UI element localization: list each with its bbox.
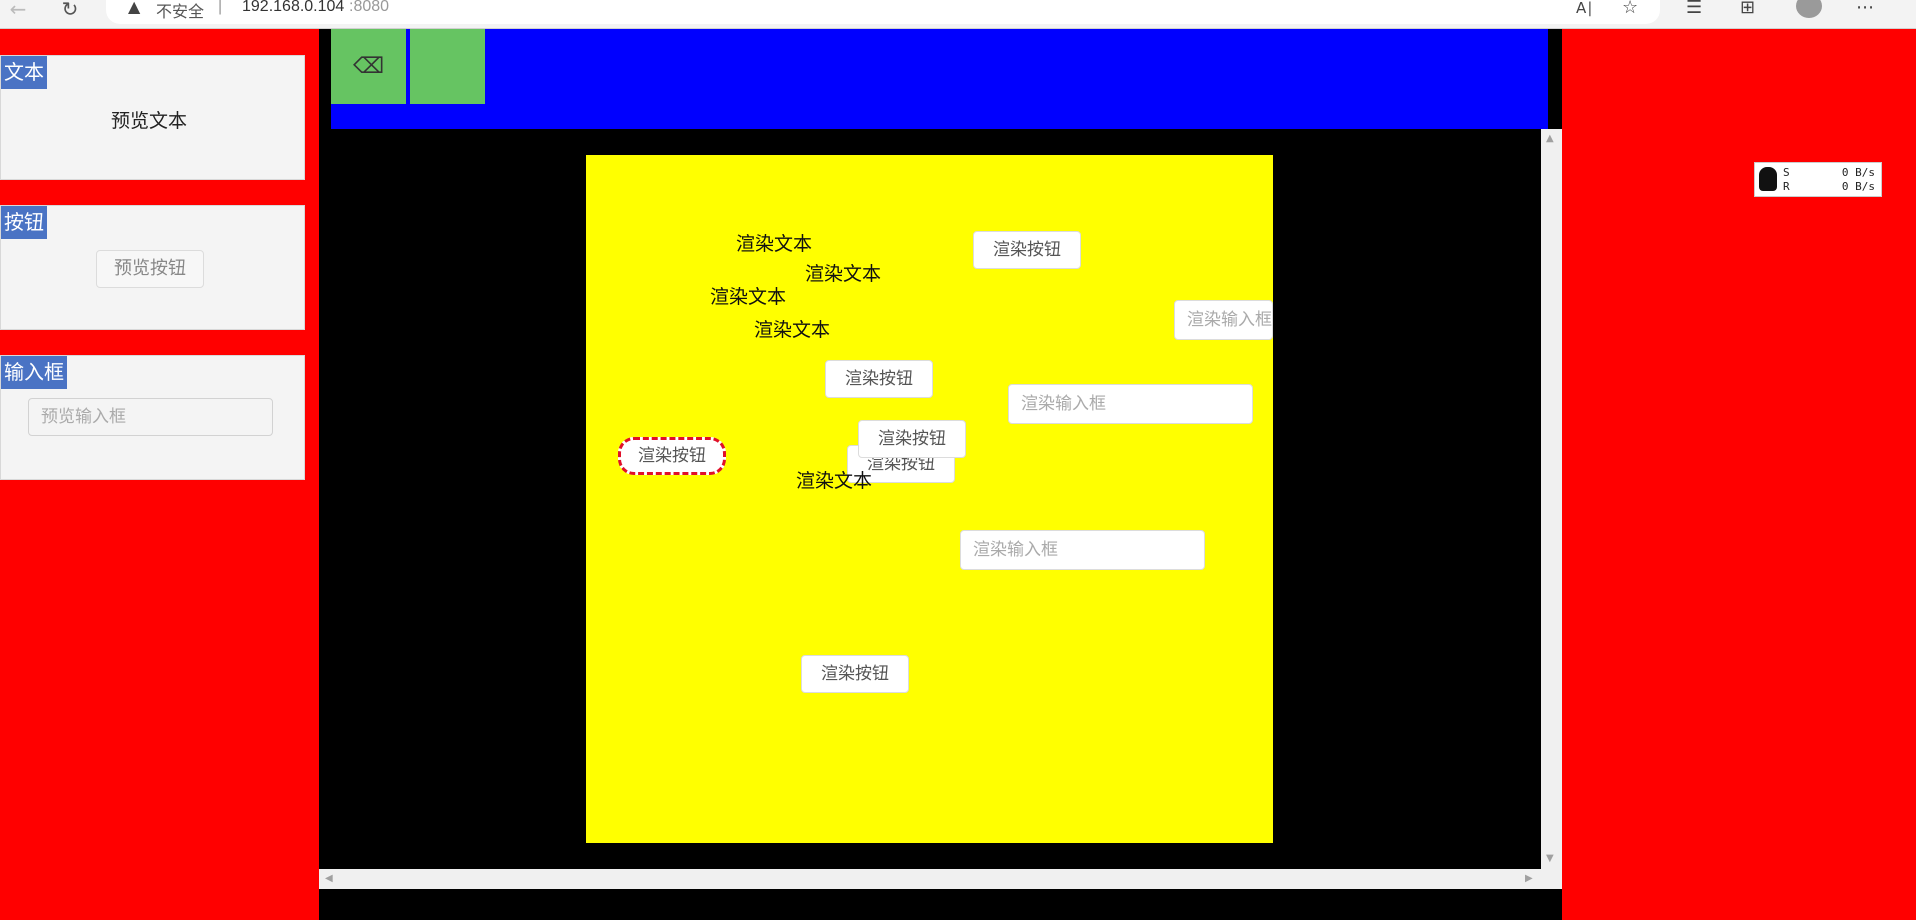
palette-input-tag: 输入框 bbox=[1, 356, 67, 389]
canvas-button[interactable]: 渲染按钮 bbox=[858, 420, 966, 458]
recv-label: R bbox=[1783, 180, 1790, 193]
address-separator: | bbox=[218, 0, 223, 15]
editor-toolbar: ⌫ bbox=[331, 29, 1548, 129]
canvas-input[interactable]: 渲染输入框 bbox=[1008, 384, 1253, 424]
recv-value: 0 B/s bbox=[1841, 180, 1875, 193]
horizontal-scrollbar[interactable]: ◀ ▶ bbox=[319, 869, 1562, 889]
palette-input-card[interactable]: 输入框 预览输入框 bbox=[0, 355, 305, 480]
render-canvas[interactable]: 渲染文本 渲染文本 渲染文本 渲染文本 渲染按钮 渲染输入框 渲染按钮 渲染输入… bbox=[586, 155, 1273, 843]
cat-icon bbox=[1759, 167, 1777, 191]
favorites-add-icon[interactable]: ☆ bbox=[1622, 0, 1638, 17]
favorites-icon[interactable]: ☰ bbox=[1686, 0, 1702, 17]
send-label: S bbox=[1783, 166, 1790, 179]
palette-button-card[interactable]: 按钮 预览按钮 bbox=[0, 205, 305, 330]
palette-button-tag: 按钮 bbox=[1, 206, 47, 239]
address-bar[interactable]: ▲ 不安全 | 192.168.0.104 :8080 A∣ ☆ bbox=[106, 0, 1660, 24]
canvas-text[interactable]: 渲染文本 bbox=[796, 466, 872, 493]
preview-input[interactable]: 预览输入框 bbox=[28, 398, 273, 436]
canvas-button[interactable]: 渲染按钮 bbox=[973, 231, 1081, 269]
preview-button[interactable]: 预览按钮 bbox=[96, 250, 204, 288]
tool-button-empty[interactable] bbox=[410, 29, 485, 104]
warning-icon: ▲ bbox=[128, 0, 141, 16]
send-value: 0 B/s bbox=[1841, 166, 1875, 179]
scroll-down-icon[interactable]: ▼ bbox=[1546, 853, 1554, 864]
palette-text-card[interactable]: 文本 预览文本 bbox=[0, 55, 305, 180]
read-aloud-icon[interactable]: A∣ bbox=[1576, 0, 1594, 16]
scroll-right-icon[interactable]: ▶ bbox=[1525, 873, 1533, 884]
canvas-button[interactable]: 渲染按钮 bbox=[801, 655, 909, 693]
canvas-text[interactable]: 渲染文本 bbox=[805, 259, 881, 286]
canvas-button[interactable]: 渲染按钮 bbox=[825, 360, 933, 398]
collections-icon[interactable]: ⊞ bbox=[1740, 0, 1755, 17]
scroll-left-icon[interactable]: ◀ bbox=[325, 873, 333, 884]
vertical-scrollbar[interactable]: ▲ ▼ bbox=[1541, 129, 1562, 869]
palette-text-tag: 文本 bbox=[1, 56, 47, 89]
back-arrow-icon[interactable]: ← bbox=[4, 0, 32, 22]
canvas-input[interactable]: 渲染输入框 bbox=[1174, 300, 1273, 340]
network-speed-widget: S R 0 B/s 0 B/s bbox=[1754, 162, 1882, 197]
security-label: 不安全 bbox=[156, 4, 205, 21]
url-port: :8080 bbox=[349, 0, 390, 15]
preview-text[interactable]: 预览文本 bbox=[111, 106, 187, 133]
canvas-input[interactable]: 渲染输入框 bbox=[960, 530, 1205, 570]
reload-icon[interactable]: ↻ bbox=[56, 0, 84, 22]
profile-icon[interactable] bbox=[1796, 0, 1822, 18]
scroll-up-icon[interactable]: ▲ bbox=[1546, 133, 1554, 144]
canvas-text[interactable]: 渲染文本 bbox=[754, 315, 830, 342]
canvas-text[interactable]: 渲染文本 bbox=[736, 229, 812, 256]
more-icon[interactable]: ⋯ bbox=[1856, 0, 1874, 17]
backspace-icon[interactable]: ⌫ bbox=[331, 29, 406, 104]
canvas-text[interactable]: 渲染文本 bbox=[710, 282, 786, 309]
canvas-button-selected[interactable]: 渲染按钮 bbox=[618, 437, 726, 475]
browser-toolbar: ← ↻ ▲ 不安全 | 192.168.0.104 :8080 A∣ ☆ ☰ ⊞… bbox=[0, 0, 1916, 29]
url-host: 192.168.0.104 bbox=[242, 0, 345, 15]
